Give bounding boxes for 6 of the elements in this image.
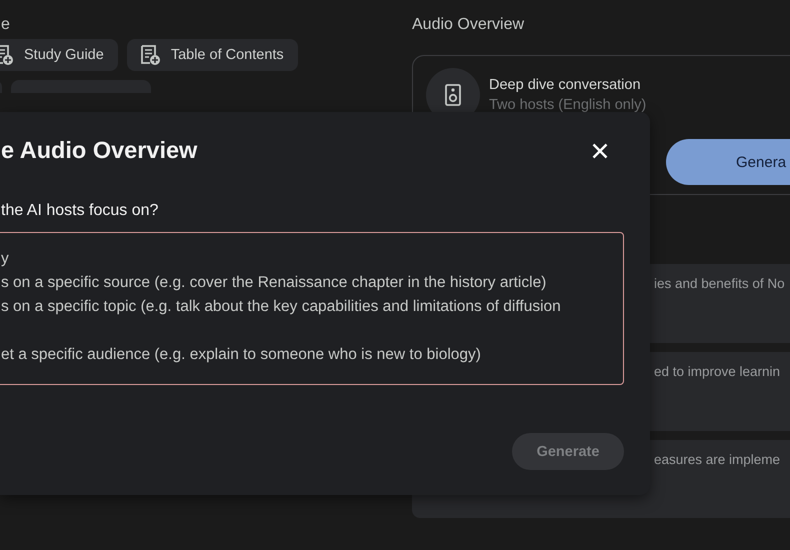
card-title: Deep dive conversation bbox=[489, 77, 642, 93]
section-heading: e bbox=[1, 15, 11, 35]
section-heading: Audio Overview bbox=[412, 15, 526, 35]
question-label: the AI hosts focus on? bbox=[1, 202, 160, 220]
card-subtitle: Two hosts (English only) bbox=[489, 97, 646, 113]
dialog-title: e Audio Overview bbox=[1, 137, 198, 164]
